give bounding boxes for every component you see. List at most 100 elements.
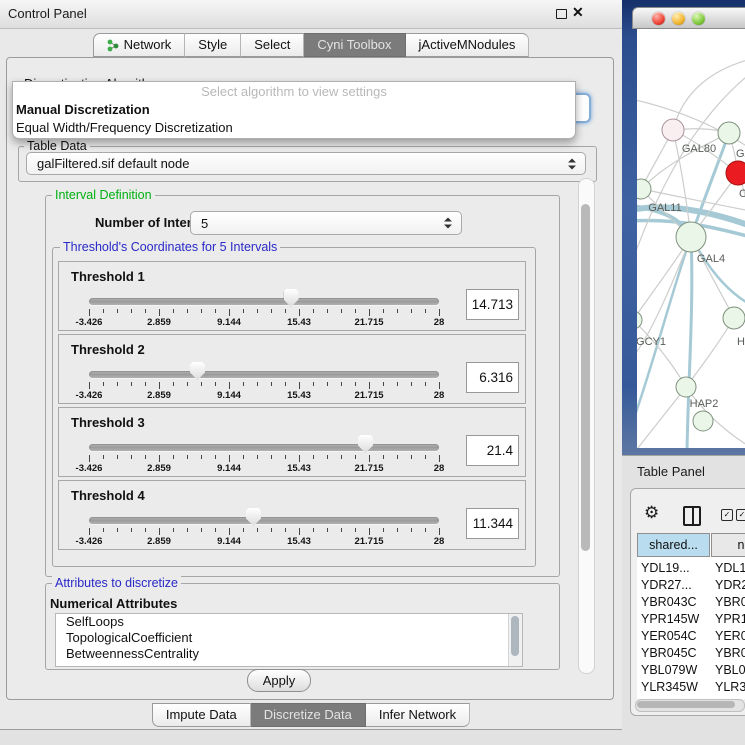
- table-cell[interactable]: YPR145W: [641, 612, 699, 626]
- slider-tick: [187, 455, 188, 459]
- slider-tick-label: 15.43: [287, 463, 311, 474]
- table-cell[interactable]: YDL1: [715, 561, 745, 575]
- apply-button[interactable]: Apply: [247, 669, 311, 692]
- table-column-header[interactable]: shared...: [637, 533, 710, 557]
- minimize-traffic-light-icon[interactable]: [672, 12, 685, 25]
- slider-tick: [117, 382, 118, 386]
- thresholds-container: Threshold 1-3.4262.8599.14415.4321.71528…: [58, 261, 528, 553]
- slider-tick-label: 21.715: [354, 536, 383, 547]
- network-window-titlebar: [632, 7, 745, 29]
- threshold-slider[interactable]: -3.4262.8599.14415.4321.71528: [89, 262, 439, 332]
- tab-label: Style: [198, 34, 227, 56]
- network-node-green[interactable]: [676, 222, 706, 252]
- algorithm-option-manual-discretization[interactable]: Manual Discretization: [13, 101, 575, 119]
- table-horizontal-scrollbar-thumb[interactable]: [637, 701, 735, 708]
- gear-icon[interactable]: ⚙: [644, 503, 659, 523]
- tab-cyni-toolbox[interactable]: Cyni Toolbox: [304, 33, 405, 57]
- panel-scrollbar-thumb[interactable]: [581, 204, 590, 551]
- threshold-value-field[interactable]: 14.713: [466, 289, 519, 320]
- slider-tick: [355, 455, 356, 459]
- slider-tick: [145, 382, 146, 386]
- threshold-value-field[interactable]: 6.316: [466, 362, 519, 393]
- slider-tick-label: -3.426: [76, 536, 103, 547]
- table-cell[interactable]: YDL19...: [641, 561, 690, 575]
- slider-tick: [89, 382, 90, 389]
- threshold-panel-1: Threshold 1-3.4262.8599.14415.4321.71528…: [58, 261, 526, 331]
- network-node-red[interactable]: [726, 161, 745, 185]
- list-scrollbar[interactable]: [508, 614, 522, 666]
- table-cell[interactable]: YBL0: [715, 663, 745, 677]
- number-of-intervals-combobox[interactable]: 5: [190, 211, 462, 235]
- network-node-green[interactable]: [718, 122, 740, 144]
- checkbox-icon[interactable]: ✓: [721, 509, 733, 521]
- table-cell[interactable]: YBR043C: [641, 595, 697, 609]
- node-label: HAP2: [690, 398, 719, 410]
- algorithm-option-equal-width-frequency-discretization[interactable]: Equal Width/Frequency Discretization: [13, 119, 575, 137]
- tab-network[interactable]: Network: [93, 33, 186, 57]
- slider-track[interactable]: [89, 517, 439, 524]
- close-traffic-light-icon[interactable]: [652, 12, 665, 25]
- table-cell[interactable]: YLR3: [715, 680, 745, 694]
- attribute-list-item[interactable]: BetweennessCentrality: [56, 646, 522, 662]
- slider-tick-label: 9.144: [217, 317, 241, 328]
- tab-select[interactable]: Select: [241, 33, 304, 57]
- threshold-slider[interactable]: -3.4262.8599.14415.4321.71528: [89, 481, 439, 551]
- numerical-attributes-list[interactable]: SelfLoopsTopologicalCoefficientBetweenne…: [55, 613, 523, 667]
- bottom-tab-discretize-data[interactable]: Discretize Data: [251, 703, 366, 727]
- bottom-tab-impute-data[interactable]: Impute Data: [152, 703, 251, 727]
- threshold-value-field[interactable]: 11.344: [466, 508, 519, 539]
- list-scrollbar-thumb[interactable]: [511, 616, 519, 656]
- zoom-traffic-light-icon[interactable]: [692, 12, 705, 25]
- thin-edge: [641, 133, 729, 189]
- table-cell[interactable]: YBR0: [715, 595, 745, 609]
- tab-style[interactable]: Style: [185, 33, 241, 57]
- attribute-list-item[interactable]: TopologicalCoefficient: [56, 630, 522, 646]
- close-icon[interactable]: ✕: [572, 4, 584, 21]
- thick-edge: [687, 237, 692, 448]
- checkbox-icon[interactable]: ✓: [736, 509, 745, 521]
- table-cell[interactable]: YDR27...: [641, 578, 692, 592]
- column-layout-icon[interactable]: [683, 506, 701, 526]
- slider-tick: [369, 455, 370, 462]
- bottom-tab-infer-network[interactable]: Infer Network: [366, 703, 470, 727]
- slider-tick: [173, 309, 174, 313]
- slider-tick-label: 15.43: [287, 390, 311, 401]
- tab-jactivemnodules[interactable]: jActiveMNodules: [406, 33, 530, 57]
- table-cell[interactable]: YBR045C: [641, 646, 697, 660]
- table-panel-region: Table Panel ⚙ ✓ ✓ shared...n YDL19... YDL1…: [622, 455, 745, 745]
- table-cell[interactable]: YER0: [715, 629, 745, 643]
- network-node-green[interactable]: [693, 411, 713, 431]
- network-node-green[interactable]: [637, 311, 642, 329]
- panel-scrollbar[interactable]: [578, 178, 595, 674]
- node-attribute-table[interactable]: shared...n YDL19... YDL1 YDR27... YDR2 YBR043…: [637, 533, 745, 699]
- table-cell[interactable]: YBL079W: [641, 663, 697, 677]
- table-column-header[interactable]: n: [711, 533, 745, 557]
- network-node-green[interactable]: [676, 377, 696, 397]
- node-label: GCY1: [637, 336, 666, 348]
- float-window-icon[interactable]: [556, 9, 567, 19]
- slider-tick-label: 28: [434, 317, 445, 328]
- network-canvas[interactable]: GAL80GACGAL11GAL4GCY1HHAP2: [637, 29, 745, 448]
- slider-track[interactable]: [89, 298, 439, 305]
- network-node-green[interactable]: [723, 307, 745, 329]
- numerical-attributes-label: Numerical Attributes: [50, 596, 177, 611]
- table-cell[interactable]: YER054C: [641, 629, 697, 643]
- threshold-slider[interactable]: -3.4262.8599.14415.4321.71528: [89, 408, 439, 478]
- table-panel-title: Table Panel: [637, 464, 705, 479]
- network-node-pink[interactable]: [662, 119, 684, 141]
- table-cell[interactable]: YBR0: [715, 646, 745, 660]
- attribute-list-item[interactable]: SelfLoops: [56, 614, 522, 630]
- table-cell[interactable]: YLR345W: [641, 680, 698, 694]
- slider-tick: [411, 382, 412, 386]
- slider-track[interactable]: [89, 444, 439, 451]
- threshold-value-field[interactable]: 21.4: [466, 435, 519, 466]
- table-horizontal-scrollbar[interactable]: [635, 699, 745, 712]
- table-cell[interactable]: YPR1: [715, 612, 745, 626]
- slider-track[interactable]: [89, 371, 439, 378]
- threshold-slider[interactable]: -3.4262.8599.14415.4321.71528: [89, 335, 439, 405]
- slider-tick-label: 28: [434, 463, 445, 474]
- table-data-combobox[interactable]: galFiltered.sif default node: [26, 152, 586, 175]
- table-cell[interactable]: YDR2: [715, 578, 745, 592]
- threshold-panel-3: Threshold 3-3.4262.8599.14415.4321.71528…: [58, 407, 526, 477]
- slider-tick: [229, 382, 230, 389]
